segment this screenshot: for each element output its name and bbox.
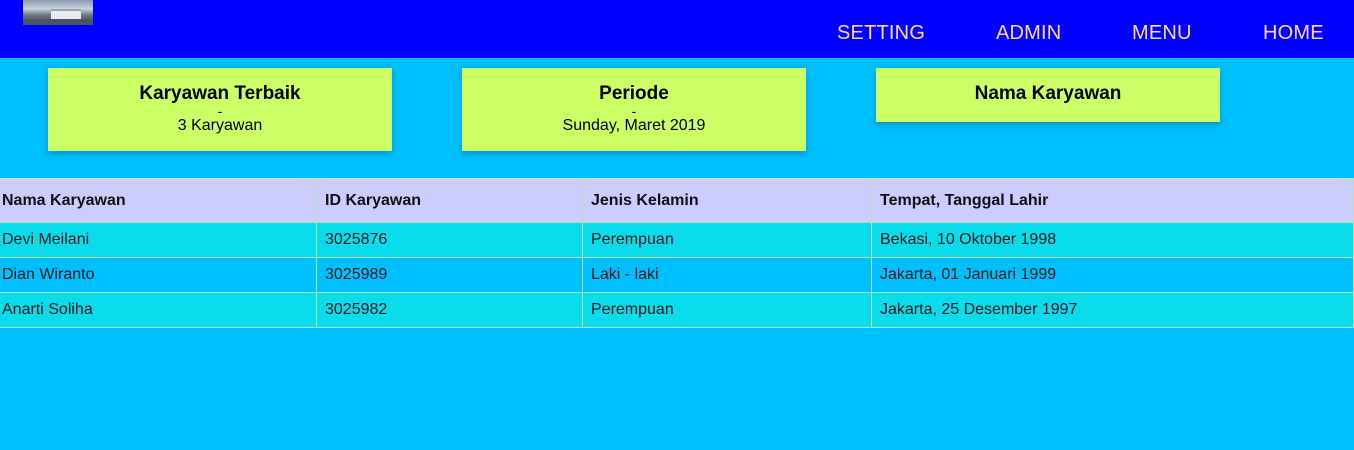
table-row[interactable]: Devi Meilani 3025876 Perempuan Bekasi, 1… — [0, 222, 1354, 258]
column-header-id[interactable]: ID Karyawan — [316, 178, 583, 223]
card-period: Periode - Sunday, Maret 2019 — [462, 68, 806, 151]
cell-name: Anarti Soliha — [0, 292, 317, 328]
employee-table: Nama Karyawan ID Karyawan Jenis Kelamin … — [0, 178, 1354, 328]
cell-birth: Jakarta, 25 Desember 1997 — [871, 292, 1354, 328]
card-title: Nama Karyawan — [974, 83, 1122, 104]
cell-name: Devi Meilani — [0, 222, 317, 258]
nav-link-setting[interactable]: SETTING — [837, 21, 925, 45]
cell-id: 3025989 — [316, 257, 583, 293]
cell-id: 3025982 — [316, 292, 583, 328]
cell-id: 3025876 — [316, 222, 583, 258]
column-header-gender[interactable]: Jenis Kelamin — [582, 178, 872, 223]
column-header-birth[interactable]: Tempat, Tanggal Lahir — [871, 178, 1354, 223]
logo-ground-shape — [23, 19, 93, 25]
card-separator: - — [217, 103, 223, 119]
table-row[interactable]: Dian Wiranto 3025989 Laki - laki Jakarta… — [0, 257, 1354, 293]
column-header-name[interactable]: Nama Karyawan — [0, 178, 317, 223]
table-header-row: Nama Karyawan ID Karyawan Jenis Kelamin … — [0, 178, 1354, 223]
table-row[interactable]: Anarti Soliha 3025982 Perempuan Jakarta,… — [0, 292, 1354, 328]
top-navbar: SETTING ADMIN MENU HOME — [0, 0, 1354, 58]
card-value: Sunday, Maret 2019 — [562, 117, 706, 134]
cell-gender: Perempuan — [582, 292, 872, 328]
card-separator: - — [631, 103, 637, 119]
nav-link-menu[interactable]: MENU — [1132, 21, 1192, 45]
card-title: Karyawan Terbaik — [139, 83, 301, 104]
logo-image[interactable] — [23, 0, 93, 25]
cell-birth: Bekasi, 10 Oktober 1998 — [871, 222, 1354, 258]
card-best-employee: Karyawan Terbaik - 3 Karyawan — [48, 68, 392, 151]
cell-gender: Laki - laki — [582, 257, 872, 293]
card-title: Periode — [599, 83, 669, 104]
nav-link-admin[interactable]: ADMIN — [996, 21, 1061, 45]
card-employee-name: Nama Karyawan — [876, 68, 1220, 122]
cell-birth: Jakarta, 01 Januari 1999 — [871, 257, 1354, 293]
cell-name: Dian Wiranto — [0, 257, 317, 293]
nav-link-home[interactable]: HOME — [1263, 21, 1324, 45]
card-value: 3 Karyawan — [177, 117, 263, 134]
cell-gender: Perempuan — [582, 222, 872, 258]
